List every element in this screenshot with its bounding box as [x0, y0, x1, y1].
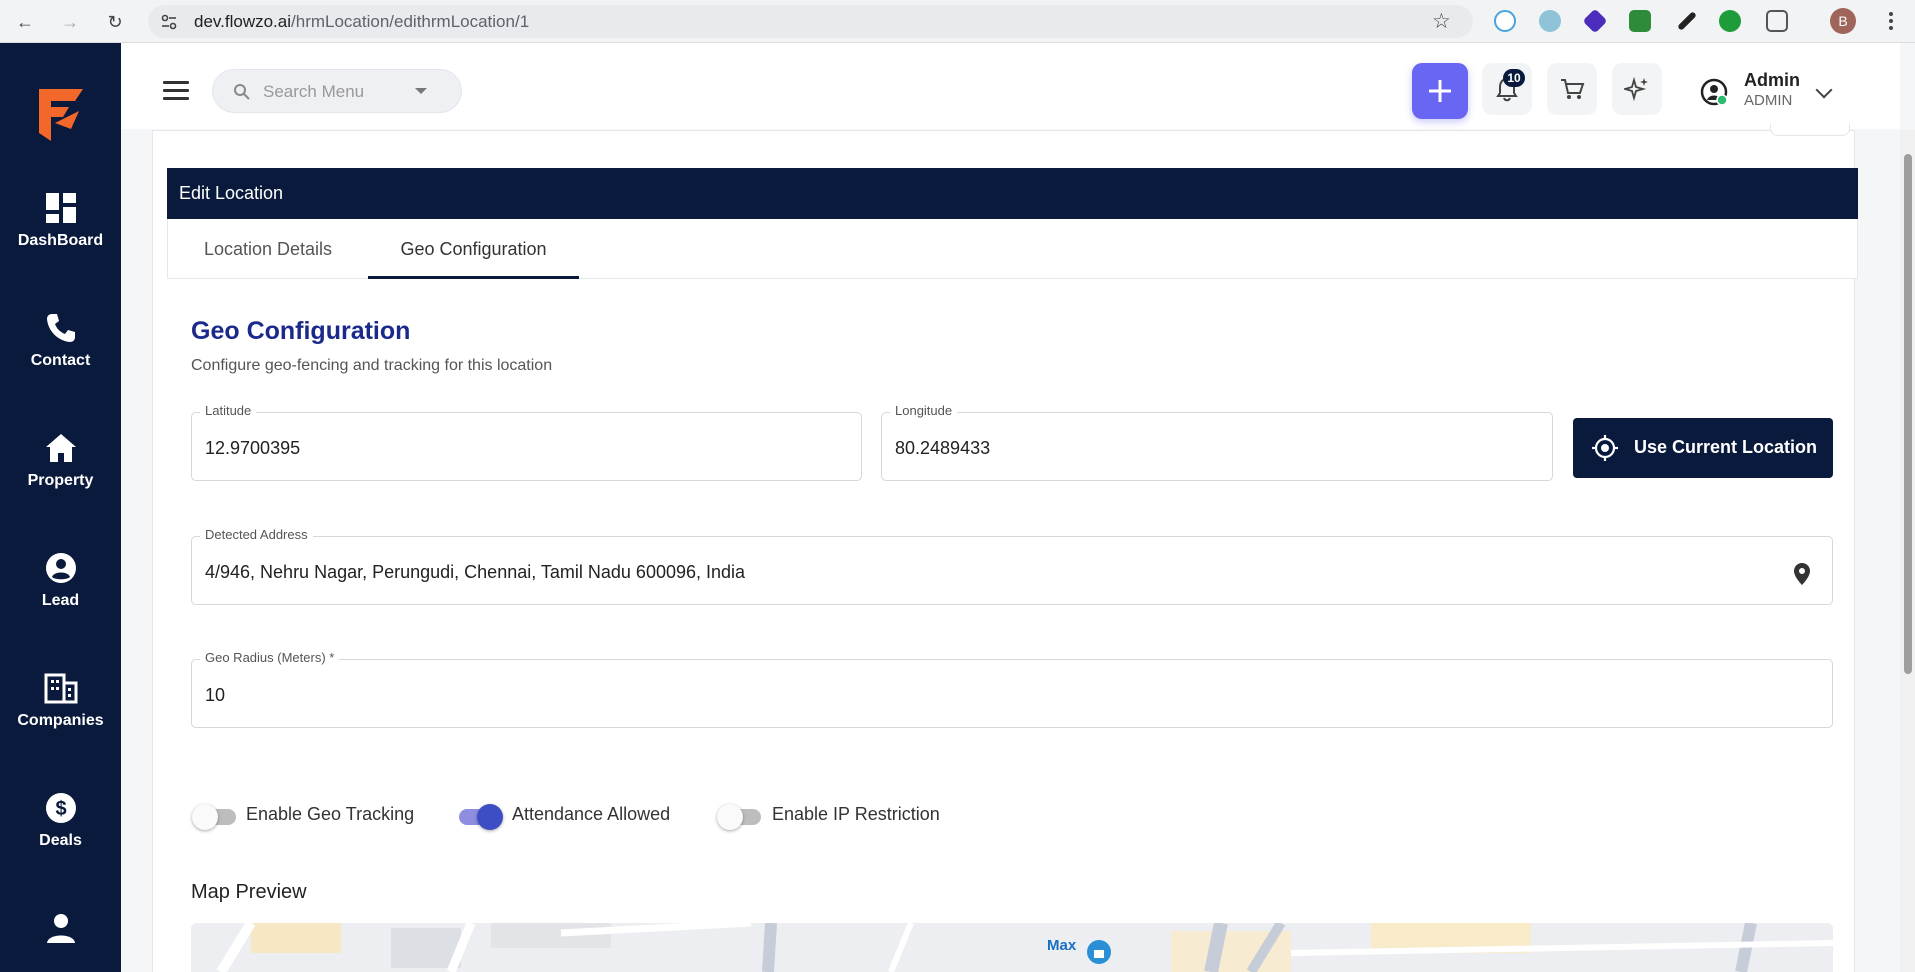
detected-address-label: Detected Address	[200, 527, 313, 542]
geo-radius-value: 10	[205, 685, 226, 705]
tab-bar: Location Details Geo Configuration	[167, 219, 1858, 279]
cart-button[interactable]	[1547, 63, 1597, 115]
back-icon[interactable]: ←	[11, 8, 39, 36]
search-menu[interactable]: Search Menu	[212, 69, 462, 113]
dashboard-icon	[46, 193, 76, 223]
detected-address-field[interactable]: Detected Address 4/946, Nehru Nagar, Per…	[191, 527, 1833, 605]
sidebar-item-label: Lead	[41, 592, 80, 609]
flowzo-logo	[39, 89, 83, 141]
scrollbar-thumb[interactable]	[1904, 154, 1912, 674]
phone-icon	[47, 314, 75, 342]
chevron-down-icon	[415, 88, 427, 94]
toggle-label: Attendance Allowed	[512, 804, 671, 824]
sidebar-item-label: DashBoard	[17, 232, 104, 249]
url-path: /hrmLocation/edithrmLocation/1	[291, 12, 530, 31]
enable-ip-restriction-toggle[interactable]: Enable IP Restriction	[717, 801, 957, 831]
person-icon	[47, 914, 75, 943]
toggle-knob	[477, 804, 503, 830]
user-role: ADMIN	[1744, 92, 1793, 109]
edit-location-header: Edit Location	[167, 168, 1858, 219]
gps-target-icon	[1592, 435, 1618, 461]
search-placeholder: Search Menu	[263, 82, 365, 101]
map-pin-icon	[1794, 563, 1810, 585]
toggle-knob	[717, 804, 743, 830]
sidebar-item-label: Contact	[30, 352, 91, 369]
section-subtitle: Configure geo-fencing and tracking for t…	[191, 357, 553, 374]
extensions-puzzle-icon[interactable]	[1766, 10, 1788, 32]
sidebar-item-contact[interactable]: Contact	[0, 311, 121, 401]
extension-2-icon[interactable]	[1539, 10, 1561, 32]
map-preview-title: Map Preview	[191, 881, 307, 903]
extension-eyedropper-icon[interactable]	[1677, 11, 1697, 31]
sidebar-item-label: Property	[27, 472, 94, 489]
geo-radius-label: Geo Radius (Meters) *	[200, 650, 340, 665]
ai-sparkle-button[interactable]	[1612, 63, 1662, 115]
enable-geo-tracking-toggle[interactable]: Enable Geo Tracking	[192, 801, 422, 831]
attendance-allowed-toggle[interactable]: Attendance Allowed	[457, 801, 687, 831]
plus-icon	[1429, 80, 1451, 102]
tab-label: Location Details	[203, 239, 333, 259]
menu-toggle-icon[interactable]	[163, 81, 189, 101]
extension-6-icon[interactable]	[1719, 10, 1741, 32]
sidebar-item-label: Deals	[39, 832, 82, 849]
latitude-value: 12.9700395	[205, 438, 301, 458]
longitude-label: Longitude	[890, 403, 958, 418]
sidebar-item-lead[interactable]: Lead	[0, 551, 121, 641]
extension-3-icon[interactable]	[1582, 8, 1608, 34]
use-current-location-button[interactable]: Use Current Location	[1573, 418, 1833, 478]
add-button[interactable]	[1412, 63, 1468, 119]
page-title: Edit Location	[179, 183, 284, 203]
sidebar-item-property[interactable]: Property	[0, 431, 121, 521]
cart-icon	[1561, 79, 1585, 99]
top-action-stub	[1770, 124, 1850, 136]
longitude-field[interactable]: Longitude 80.2489433	[881, 403, 1553, 481]
map-tiles	[191, 923, 1833, 972]
user-avatar[interactable]	[1700, 78, 1728, 106]
forward-icon[interactable]: →	[56, 8, 84, 36]
tab-geo-configuration[interactable]: Geo Configuration	[368, 219, 579, 279]
sparkle-icon	[1624, 76, 1648, 102]
extension-1-icon[interactable]	[1494, 10, 1516, 32]
reload-icon[interactable]: ↻	[101, 8, 129, 36]
toggle-knob	[192, 804, 218, 830]
tab-label: Geo Configuration	[400, 239, 547, 259]
extension-4-icon[interactable]	[1629, 10, 1651, 32]
browser-toolbar: ← → ↻ dev.flowzo.ai/hrmLocation/edithrmL…	[0, 0, 1915, 43]
toggle-label: Enable IP Restriction	[772, 804, 940, 824]
search-icon	[234, 84, 250, 100]
longitude-value: 80.2489433	[895, 438, 991, 458]
site-settings-icon[interactable]	[160, 13, 178, 31]
use-current-location-label: Use Current Location	[1634, 437, 1818, 457]
bookmark-star-icon[interactable]: ☆	[1432, 9, 1451, 34]
page-scrollbar[interactable]	[1900, 130, 1915, 972]
map-preview[interactable]: Max	[191, 923, 1833, 972]
map-place-label: Max	[1047, 937, 1077, 954]
url-text: dev.flowzo.ai/hrmLocation/edithrmLocatio…	[194, 12, 529, 32]
sidebar: DashBoard Contact Property Lead Companie…	[0, 43, 121, 972]
latitude-label: Latitude	[200, 403, 257, 418]
person-circle-icon	[46, 553, 76, 583]
url-host: dev.flowzo.ai	[194, 12, 292, 31]
user-name[interactable]: Admin	[1744, 70, 1800, 91]
profile-avatar[interactable]: B	[1830, 8, 1856, 34]
sidebar-item-label: Companies	[17, 712, 104, 729]
tab-location-details[interactable]: Location Details	[168, 219, 368, 279]
toggle-label: Enable Geo Tracking	[246, 804, 415, 824]
home-icon	[46, 434, 76, 462]
latitude-field[interactable]: Latitude 12.9700395	[191, 403, 862, 481]
dollar-icon: $	[46, 793, 76, 823]
detected-address-value: 4/946, Nehru Nagar, Perungudi, Chennai, …	[205, 562, 746, 582]
notification-badge: 10	[1503, 69, 1525, 87]
geo-radius-field[interactable]: Geo Radius (Meters) * 10	[191, 650, 1833, 728]
sidebar-item-dashboard[interactable]: DashBoard	[0, 191, 121, 281]
svg-text:$: $	[55, 798, 66, 820]
browser-menu-icon[interactable]	[1889, 12, 1893, 30]
sidebar-item-deals[interactable]: $ Deals	[0, 791, 121, 881]
building-icon	[44, 673, 78, 704]
sidebar-item-user[interactable]	[0, 911, 121, 951]
sidebar-item-companies[interactable]: Companies	[0, 671, 121, 761]
section-title: Geo Configuration	[191, 317, 411, 345]
